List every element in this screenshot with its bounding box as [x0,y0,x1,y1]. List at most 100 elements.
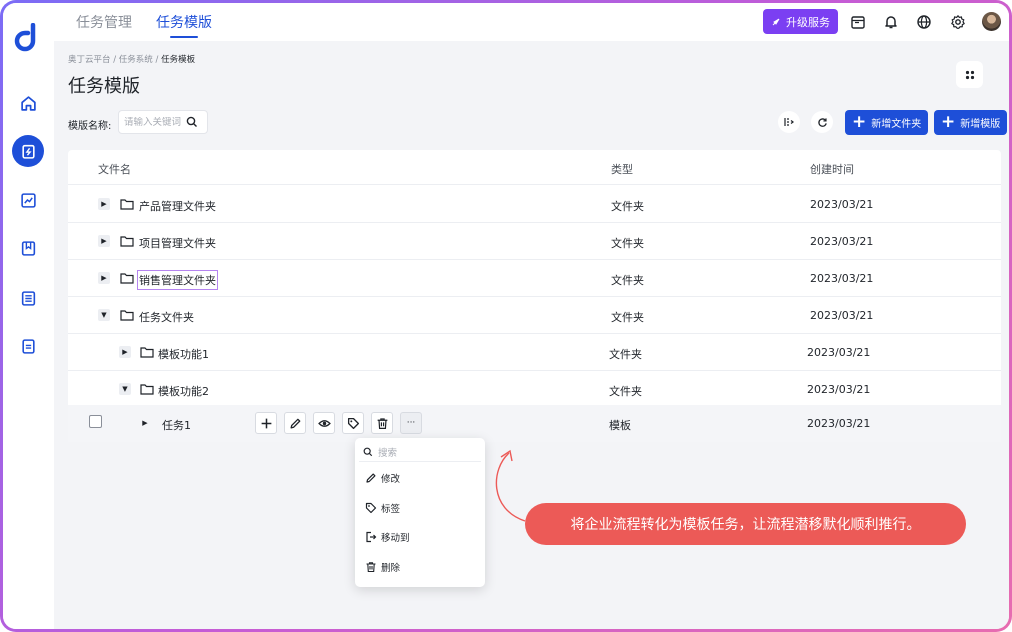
column-header-name[interactable]: 文件名 [98,161,131,177]
logo-icon [14,23,36,52]
table-row[interactable]: ▶ 产品管理文件夹 文件夹 2023/03/21 [68,186,1001,223]
home-icon [20,95,36,111]
menu-item-label: 移动到 [381,533,410,544]
expand-caret-icon[interactable]: ▶ [139,417,151,429]
row-date: 2023/03/21 [807,383,871,396]
menu-search[interactable]: 搜索 [359,442,481,462]
search-icon[interactable] [186,116,198,128]
row-checkbox[interactable] [89,415,102,428]
preview-button[interactable] [313,412,335,434]
menu-item-move[interactable]: 移动到 [365,529,410,545]
row-type: 文件夹 [609,348,642,361]
menu-item-label: 标签 [381,504,401,515]
row-name[interactable]: 模板功能1 [158,346,209,362]
new-template-label: 新增模版 [960,119,1001,130]
new-template-button[interactable]: + 新增模版 [934,110,1008,135]
expand-collapse-button[interactable] [778,111,800,133]
expand-caret-icon[interactable]: ▶ [119,346,131,358]
folder-icon [140,384,154,395]
row-type: 文件夹 [611,274,644,287]
pencil-icon [366,473,376,483]
folder-icon [120,273,134,284]
menu-item-edit[interactable]: 修改 [365,470,400,486]
refresh-button[interactable] [811,111,833,133]
row-name[interactable]: 项目管理文件夹 [139,235,216,251]
rocket-icon [772,18,780,25]
folder-icon [120,310,134,321]
grid-icon [965,70,974,79]
calendar-icon[interactable] [850,14,866,30]
new-folder-label: 新增文件夹 [871,119,922,130]
template-table: 文件名 类型 创建时间 ▶ 产品管理文件夹 文件夹 2023/03/21 ▶ 项… [68,150,1001,442]
tab-task-templates[interactable]: 任务模版 [156,12,212,38]
table-row[interactable]: ▶ 模板功能1 文件夹 2023/03/21 [68,334,1001,371]
tag-button[interactable] [342,412,364,434]
rail-list[interactable] [12,282,44,314]
plus-icon [261,418,271,428]
plus-icon: + [852,112,867,132]
table-row[interactable]: ▶ 销售管理文件夹 文件夹 2023/03/21 [68,260,1001,297]
menu-item-tag[interactable]: 标签 [365,500,400,516]
main-content: 奥丁云平台 / 任务系统 / 任务模板 任务模版 模版名称: + 新增文件夹 +… [54,41,1009,629]
breadcrumb: 奥丁云平台 / 任务系统 / 任务模板 [68,55,196,65]
rail-bookmarks[interactable] [12,232,44,264]
menu-search-placeholder: 搜索 [378,447,398,459]
tab-task-management[interactable]: 任务管理 [76,12,132,38]
top-nav: 任务管理 任务模版 [76,12,212,38]
row-name[interactable]: 产品管理文件夹 [139,198,216,214]
add-button[interactable] [255,412,277,434]
table-row[interactable]: ▼ 任务文件夹 文件夹 2023/03/21 [68,297,1001,334]
upgrade-button[interactable]: 升级服务 [763,9,838,34]
page-title: 任务模版 [68,76,140,97]
row-name[interactable]: 销售管理文件夹 [137,270,218,290]
bell-icon[interactable] [883,14,899,30]
avatar[interactable] [982,12,1001,31]
document-icon [21,338,35,354]
globe-icon[interactable] [916,14,932,30]
gear-icon[interactable] [950,14,966,30]
row-type: 文件夹 [611,237,644,250]
left-rail [3,3,54,629]
move-icon [366,531,377,543]
search-icon [363,447,373,456]
edit-button[interactable] [284,412,306,434]
search-input[interactable] [124,116,186,128]
rail-analytics[interactable] [12,184,44,216]
table-row[interactable]: ▶ 项目管理文件夹 文件夹 2023/03/21 [68,223,1001,260]
folder-icon [120,236,134,247]
row-name[interactable]: 任务1 [162,417,191,433]
expand-caret-icon[interactable]: ▶ [98,235,110,247]
collapse-caret-icon[interactable]: ▼ [119,383,131,395]
row-type: 文件夹 [611,311,644,324]
upgrade-label: 升级服务 [786,15,830,29]
breadcrumb-item[interactable]: 任务系统 [119,55,153,65]
row-date: 2023/03/21 [810,198,874,211]
refresh-icon [817,117,827,127]
row-name[interactable]: 模板功能2 [158,383,209,399]
row-type: 文件夹 [609,385,642,398]
more-button[interactable]: ··· [400,412,422,434]
menu-item-label: 修改 [381,474,401,485]
template-search[interactable] [118,110,208,134]
column-header-type[interactable]: 类型 [611,161,633,177]
collapse-caret-icon[interactable]: ▼ [98,309,110,321]
table-row[interactable]: ▼ 模板功能2 文件夹 2023/03/21 [68,371,1001,408]
new-folder-button[interactable]: + 新增文件夹 [845,110,929,135]
table-row-template[interactable]: ▶ 任务1 ··· 模板 2023/03/21 [68,405,1001,442]
rail-tasks[interactable] [12,135,44,167]
expand-caret-icon[interactable]: ▶ [98,272,110,284]
top-bar: 任务管理 任务模版 升级服务 [54,3,1009,41]
breadcrumb-current: 任务模板 [161,55,196,65]
column-header-created[interactable]: 创建时间 [810,161,854,177]
rail-home[interactable] [12,87,44,119]
feature-callout: 将企业流程转化为模板任务，让流程潜移默化顺利推行。 [525,503,966,545]
delete-button[interactable] [371,412,393,434]
apps-button[interactable] [956,61,983,88]
expand-caret-icon[interactable]: ▶ [98,198,110,210]
row-type: 模板 [609,419,631,432]
breadcrumb-item[interactable]: 奥丁云平台 [68,55,111,65]
pencil-icon [290,418,300,428]
menu-item-delete[interactable]: 删除 [365,559,400,575]
rail-document[interactable] [12,330,44,362]
row-name[interactable]: 任务文件夹 [139,309,194,325]
